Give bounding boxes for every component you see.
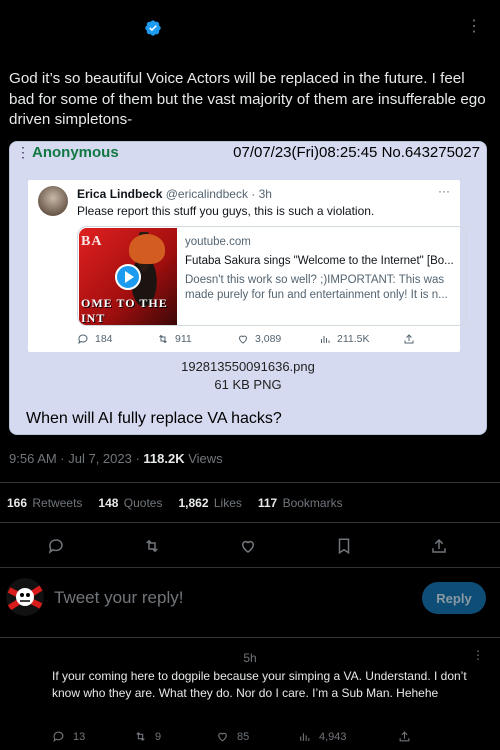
embedded-view-count: 211.5K xyxy=(319,333,370,345)
likes-stat[interactable]: 1,862 Likes xyxy=(178,496,241,510)
reply-views[interactable]: 4,943 xyxy=(298,730,347,743)
quotes-stat[interactable]: 148 Quotes xyxy=(98,496,162,510)
thumbnail-text-top: BA xyxy=(81,234,103,249)
reply-likes-count: 85 xyxy=(237,730,250,743)
tweet-time[interactable]: 9:56 AM · Jul 7, 2023 · xyxy=(9,451,143,466)
embedded-tweet-screenshot: Erica Lindbeck @ericalindbeck · 3h ··· P… xyxy=(28,180,467,352)
reply-time: 5h xyxy=(243,651,257,665)
share-icon[interactable] xyxy=(430,537,448,555)
retweet-icon xyxy=(159,334,167,344)
reply-like-button[interactable]: 85 xyxy=(216,730,249,743)
embedded-retweet-count: 911 xyxy=(157,333,192,345)
likes-count: 1,862 xyxy=(178,496,209,510)
thumbnail-character-hair xyxy=(129,234,165,264)
reply-views-count: 4,943 xyxy=(319,730,347,743)
poster-name: Anonymous xyxy=(32,144,119,161)
engagement-stats: 166 Retweets 148 Quotes 1,862 Likes 117 … xyxy=(7,496,343,510)
attached-post-image[interactable]: ⋮ Anonymous 07/07/23(Fri)08:25:45 No.643… xyxy=(9,141,487,435)
likes-label: Likes xyxy=(213,496,242,510)
embedded-actions: 184 911 3,089 211.5K xyxy=(77,333,457,349)
quotes-count: 148 xyxy=(98,496,119,510)
embedded-retweets-value: 911 xyxy=(175,333,192,345)
post-header: ⋮ Anonymous 07/07/23(Fri)08:25:45 No.643… xyxy=(10,142,486,164)
tweet-timestamp: 9:56 AM · Jul 7, 2023 · 118.2K Views xyxy=(9,451,223,466)
retweet-icon xyxy=(136,731,145,742)
bookmarks-label: Bookmarks xyxy=(282,496,343,510)
heart-icon xyxy=(238,335,248,344)
reply-replies-count: 13 xyxy=(73,730,86,743)
divider xyxy=(0,522,500,523)
play-icon xyxy=(115,264,141,290)
bookmark-icon[interactable] xyxy=(335,537,353,555)
share-icon xyxy=(404,334,414,344)
retweets-label: Retweets xyxy=(32,496,83,510)
link-description: Doesn't this work so well? ;)IMPORTANT: … xyxy=(185,274,448,301)
embedded-handle: @ericalindbeck · 3h xyxy=(165,187,272,201)
embedded-tweet-text: Please report this stuff you guys, this … xyxy=(77,204,375,218)
share-icon xyxy=(399,731,410,742)
divider xyxy=(0,637,500,638)
embedded-reply-count: 184 xyxy=(77,333,113,345)
bookmarks-count: 117 xyxy=(257,496,278,510)
more-options-icon[interactable]: ⋮ xyxy=(466,16,483,36)
link-domain: youtube.com xyxy=(185,236,251,248)
quotes-label: Quotes xyxy=(123,496,163,510)
embedded-share xyxy=(403,333,415,345)
reply-action-bar: 13 9 85 4,943 xyxy=(52,730,492,746)
image-filesize: 61 KB PNG xyxy=(214,377,282,392)
tweet-action-bar xyxy=(0,533,500,559)
bookmarks-stat[interactable]: 117 Bookmarks xyxy=(258,496,343,510)
embedded-likes-value: 3,089 xyxy=(255,333,282,345)
embedded-more-icon: ··· xyxy=(438,184,450,198)
youtube-link-card: BA OME TO THE INT youtube.com Futaba Sak… xyxy=(77,226,467,326)
embedded-author: Erica Lindbeck @ericalindbeck · 3h xyxy=(77,187,272,201)
verified-badge-icon xyxy=(145,20,161,36)
link-title: Futaba Sakura sings "Welcome to the Inte… xyxy=(185,255,454,267)
post-menu-icon: ⋮ xyxy=(16,144,30,160)
divider xyxy=(0,482,500,483)
reply-icon xyxy=(78,334,88,345)
reply-icon[interactable] xyxy=(47,537,65,555)
views-icon xyxy=(300,733,310,741)
user-avatar[interactable] xyxy=(6,578,44,616)
views-label: Views xyxy=(184,451,223,466)
thumbnail-text-bottom: OME TO THE INT xyxy=(81,296,168,325)
reply-share-button[interactable] xyxy=(398,730,411,743)
post-meta: 07/07/23(Fri)08:25:45 No.643275027 xyxy=(233,144,480,161)
heart-icon[interactable] xyxy=(239,537,257,555)
retweet-icon[interactable] xyxy=(143,537,161,555)
views-count: 118.2K xyxy=(143,451,185,466)
embedded-display-name: Erica Lindbeck xyxy=(77,187,163,201)
persona-logo-icon xyxy=(6,578,44,616)
reply-icon xyxy=(53,731,64,743)
divider xyxy=(0,567,500,568)
retweets-count: 166 xyxy=(7,496,28,510)
top-bar: ⋮ xyxy=(0,0,500,60)
video-thumbnail: BA OME TO THE INT xyxy=(79,228,177,325)
reply-reply-button[interactable]: 13 xyxy=(52,730,85,743)
image-filename: 192813550091636.png xyxy=(181,359,315,374)
post-caption: When will AI fully replace VA hacks? xyxy=(26,410,282,427)
reply-retweets-count: 9 xyxy=(155,730,162,743)
reply-retweet-button[interactable]: 9 xyxy=(134,730,161,743)
embedded-avatar xyxy=(38,186,68,216)
reply-button[interactable]: Reply xyxy=(422,582,486,614)
views-icon xyxy=(321,336,330,343)
embedded-views-value: 211.5K xyxy=(337,333,370,345)
embedded-replies-value: 184 xyxy=(95,333,113,345)
reply-text: If your coming here to dogpile because y… xyxy=(52,669,467,700)
tweet-text: God it’s so beautiful Voice Actors will … xyxy=(9,70,486,128)
embedded-like-count: 3,089 xyxy=(237,333,281,345)
reply-more-icon[interactable]: ⋮ xyxy=(472,648,484,662)
reply-input[interactable]: Tweet your reply! xyxy=(54,588,183,608)
heart-icon xyxy=(218,732,227,742)
retweets-stat[interactable]: 166 Retweets xyxy=(7,496,82,510)
